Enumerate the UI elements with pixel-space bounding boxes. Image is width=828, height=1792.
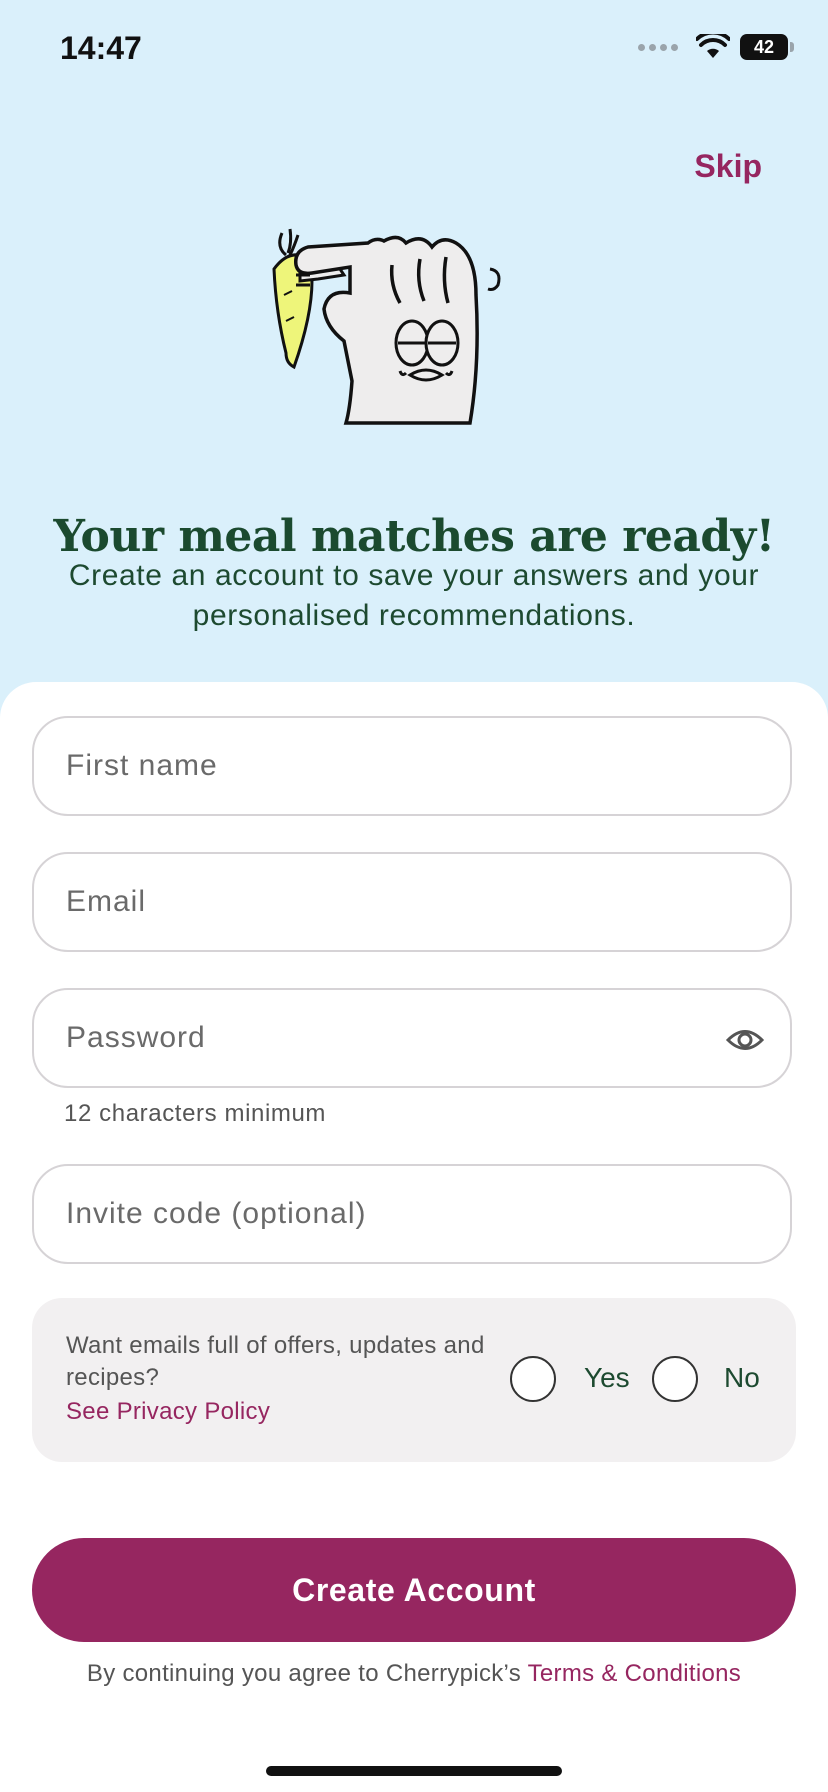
home-indicator[interactable] [266, 1766, 562, 1776]
password-input[interactable] [64, 1020, 790, 1056]
email-consent-box: Want emails full of offers, updates and … [32, 1298, 796, 1462]
page-title: Your meal matches are ready! [53, 511, 775, 563]
first-name-input[interactable] [64, 748, 790, 784]
status-icons: 42 [638, 34, 794, 60]
password-field[interactable] [32, 988, 792, 1088]
consent-no-label: No [724, 1362, 760, 1393]
password-hint: 12 characters minimum [64, 1100, 327, 1127]
terms-link[interactable]: Terms & Conditions [528, 1660, 741, 1687]
first-name-field[interactable] [32, 716, 792, 816]
battery-icon: 42 [740, 34, 788, 60]
wifi-icon [696, 34, 730, 58]
email-field[interactable] [32, 852, 792, 952]
invite-code-field[interactable] [32, 1164, 792, 1264]
page-subtitle: Create an account to save your answers a… [68, 559, 760, 632]
skip-button[interactable]: Skip [694, 148, 762, 185]
terms-notice: By continuing you agree to Cherrypick’s … [0, 1660, 828, 1688]
invite-code-input[interactable] [64, 1196, 790, 1232]
battery-level: 42 [753, 36, 775, 57]
terms-prefix: By continuing you agree to Cherrypick’s [86, 1660, 528, 1687]
signal-icon [638, 43, 678, 51]
privacy-policy-link[interactable]: See Privacy Policy [66, 1398, 270, 1426]
email-input[interactable] [64, 884, 790, 920]
consent-yes-radio[interactable] [510, 1356, 556, 1402]
battery-tip [790, 42, 794, 52]
consent-question: Want emails full of offers, updates and … [66, 1332, 485, 1391]
status-bar: 14:47 42 [0, 0, 828, 100]
consent-no-radio[interactable] [652, 1356, 698, 1402]
consent-yes-label: Yes [584, 1362, 630, 1393]
eye-icon[interactable] [726, 1021, 764, 1059]
status-time: 14:47 [60, 30, 142, 66]
hand-fork-carrot-illustration [272, 228, 501, 425]
create-account-button[interactable]: Create Account [32, 1538, 796, 1642]
